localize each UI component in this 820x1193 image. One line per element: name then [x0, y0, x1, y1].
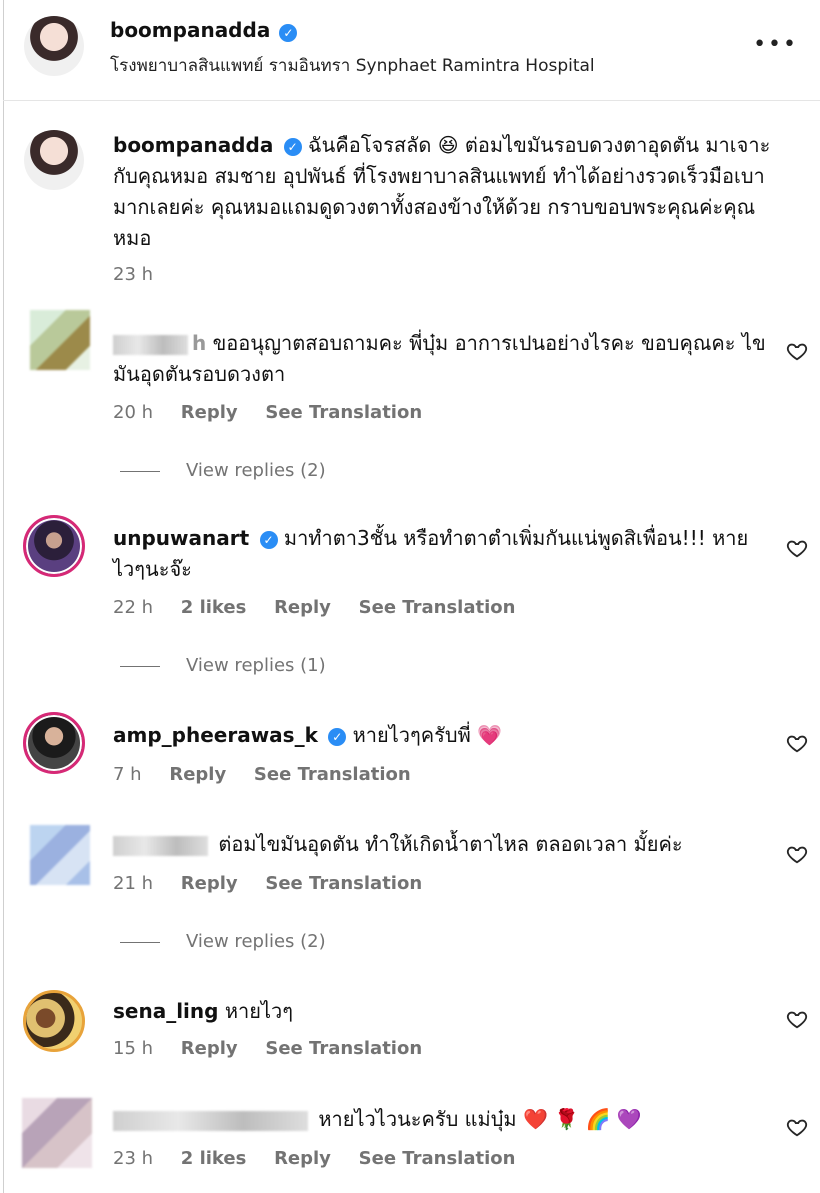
- caption-time: 23 h: [113, 264, 154, 285]
- comment-text: หายไวๆครับพี่ 💗: [352, 723, 503, 747]
- verified-badge-icon: ✓: [259, 530, 278, 549]
- comment-text: หายไวไวนะครับ แม่บุ๋ม ❤️ 🌹 🌈 💜: [318, 1107, 642, 1131]
- heart-outline-icon[interactable]: [786, 1008, 808, 1030]
- comment-meta: 22 h 2 likes Reply See Translation: [113, 597, 537, 618]
- view-replies-label[interactable]: View replies (2): [186, 931, 326, 952]
- comment-time: 20 h: [113, 402, 154, 423]
- view-replies-label[interactable]: View replies (2): [186, 460, 326, 481]
- comment-text: ต่อมไขมันอุดตัน ทำให้เกิดน้ำตาไหล ตลอดเว…: [218, 832, 683, 856]
- heart-outline-icon[interactable]: [786, 843, 808, 865]
- comment-body: หายไวไวนะครับ แม่บุ๋ม ❤️ 🌹 🌈 💜: [113, 1104, 773, 1135]
- comment-time: 22 h: [113, 597, 154, 618]
- commenter-avatar[interactable]: [23, 990, 85, 1052]
- comment: amp_pheerawas_k ✓ หายไวๆครับพี่ 💗 7 h Re…: [0, 712, 820, 802]
- caption-body: boompanadda ✓ ฉันคือโจรสลัด 😆 ต่อมไขมันร…: [113, 130, 773, 254]
- likes-count[interactable]: 2 likes: [181, 1148, 247, 1169]
- comment: unpuwanart ✓ มาทำตา3ชั้น หรือทำตาตำเพิ่ม…: [0, 515, 820, 695]
- comment-username[interactable]: sena_ling: [113, 999, 218, 1023]
- view-replies-button[interactable]: View replies (1): [120, 655, 326, 676]
- more-icon[interactable]: •••: [753, 32, 798, 57]
- comment: sena_ling หายไวๆ 15 h Reply See Translat…: [0, 990, 820, 1070]
- comment-username[interactable]: amp_pheerawas_k: [113, 723, 318, 747]
- blurred-username: [113, 334, 188, 355]
- caption-username[interactable]: boompanadda: [113, 133, 273, 157]
- verified-badge-icon: ✓: [279, 23, 298, 42]
- author-name-line: boompanadda ✓: [110, 18, 298, 42]
- comment-username[interactable]: h: [192, 331, 206, 355]
- see-translation-link[interactable]: See Translation: [265, 1038, 422, 1059]
- view-replies-line: [120, 941, 160, 943]
- reply-button[interactable]: Reply: [274, 597, 331, 618]
- caption-avatar[interactable]: [24, 130, 84, 190]
- comment: h ขออนุญาตสอบถามคะ พี่บุ๋ม อาการเปนอย่าง…: [0, 310, 820, 490]
- location-link[interactable]: โรงพยาบาลสินแพทย์ รามอินทรา Synphaet Ram…: [110, 52, 595, 79]
- blurred-username: [113, 835, 208, 856]
- comment-text: ขออนุญาตสอบถามคะ พี่บุ๋ม อาการเปนอย่างไร…: [113, 331, 766, 386]
- heart-outline-icon[interactable]: [786, 340, 808, 362]
- see-translation-link[interactable]: See Translation: [265, 402, 422, 423]
- comment-time: 15 h: [113, 1038, 154, 1059]
- comment-meta: 7 h Reply See Translation: [113, 764, 433, 785]
- caption: boompanadda ✓ ฉันคือโจรสลัด 😆 ต่อมไขมันร…: [0, 120, 820, 300]
- comment: ต่อมไขมันอุดตัน ทำให้เกิดน้ำตาไหล ตลอดเว…: [0, 825, 820, 965]
- comment-time: 7 h: [113, 764, 142, 785]
- comment-body: sena_ling หายไวๆ: [113, 996, 773, 1027]
- reply-button[interactable]: Reply: [181, 1038, 238, 1059]
- comment-meta: 23 h 2 likes Reply See Translation: [113, 1148, 537, 1169]
- comment-time: 21 h: [113, 873, 154, 894]
- see-translation-link[interactable]: See Translation: [265, 873, 422, 894]
- blurred-username: [113, 1110, 308, 1131]
- see-translation-link[interactable]: See Translation: [359, 597, 516, 618]
- view-replies-line: [120, 665, 160, 667]
- comment-time: 23 h: [113, 1148, 154, 1169]
- reply-button[interactable]: Reply: [181, 402, 238, 423]
- see-translation-link[interactable]: See Translation: [359, 1148, 516, 1169]
- commenter-avatar[interactable]: [23, 515, 85, 577]
- view-replies-button[interactable]: View replies (2): [120, 931, 326, 952]
- commenter-avatar[interactable]: [30, 310, 90, 370]
- view-replies-line: [120, 470, 160, 472]
- reply-button[interactable]: Reply: [169, 764, 226, 785]
- verified-badge-icon: ✓: [283, 137, 302, 156]
- commenter-avatar[interactable]: [23, 712, 85, 774]
- reply-button[interactable]: Reply: [274, 1148, 331, 1169]
- comment-meta: 21 h Reply See Translation: [113, 873, 444, 894]
- comment-body: unpuwanart ✓ มาทำตา3ชั้น หรือทำตาตำเพิ่ม…: [113, 523, 773, 585]
- verified-badge-icon: ✓: [328, 727, 347, 746]
- commenter-avatar[interactable]: [22, 1098, 92, 1168]
- heart-outline-icon[interactable]: [786, 732, 808, 754]
- comment-meta: 15 h Reply See Translation: [113, 1038, 444, 1059]
- view-replies-label[interactable]: View replies (1): [186, 655, 326, 676]
- view-replies-button[interactable]: View replies (2): [120, 460, 326, 481]
- commenter-avatar[interactable]: [30, 825, 90, 885]
- comment-body: h ขออนุญาตสอบถามคะ พี่บุ๋ม อาการเปนอย่าง…: [113, 328, 773, 390]
- author-username[interactable]: boompanadda: [110, 18, 270, 42]
- caption-meta: 23 h: [113, 264, 175, 285]
- comment-body: ต่อมไขมันอุดตัน ทำให้เกิดน้ำตาไหล ตลอดเว…: [113, 829, 773, 860]
- heart-outline-icon[interactable]: [786, 537, 808, 559]
- comment-body: amp_pheerawas_k ✓ หายไวๆครับพี่ 💗: [113, 720, 773, 751]
- comment-text: หายไวๆ: [224, 999, 293, 1023]
- author-avatar[interactable]: [24, 16, 84, 76]
- comment: หายไวไวนะครับ แม่บุ๋ม ❤️ 🌹 🌈 💜 23 h 2 li…: [0, 1098, 820, 1193]
- heart-outline-icon[interactable]: [786, 1116, 808, 1138]
- header-divider: [3, 100, 820, 101]
- comment-meta: 20 h Reply See Translation: [113, 402, 444, 423]
- likes-count[interactable]: 2 likes: [181, 597, 247, 618]
- comment-username[interactable]: unpuwanart: [113, 526, 249, 550]
- post-header: boompanadda ✓ โรงพยาบาลสินแพทย์ รามอินทร…: [0, 0, 820, 100]
- see-translation-link[interactable]: See Translation: [254, 764, 411, 785]
- reply-button[interactable]: Reply: [181, 873, 238, 894]
